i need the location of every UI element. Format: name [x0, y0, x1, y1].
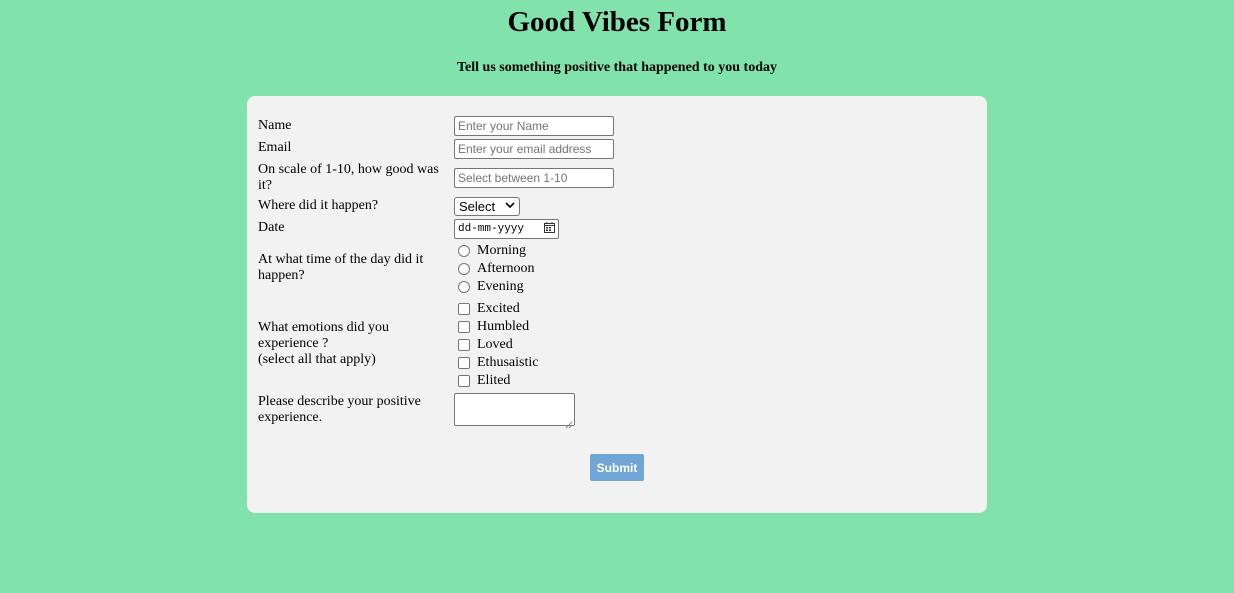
checkbox[interactable] — [458, 321, 470, 333]
radio-button[interactable] — [458, 281, 470, 293]
radio-label: Morning — [477, 243, 526, 258]
place-select[interactable]: Select — [454, 197, 520, 216]
checkbox[interactable] — [458, 303, 470, 315]
checkbox-label: Elited — [477, 373, 511, 388]
radio-button[interactable] — [458, 263, 470, 275]
scale-input[interactable] — [454, 168, 614, 188]
checkbox-option-enthusiastic[interactable]: Ethusaistic — [458, 355, 538, 371]
date-value: dd-mm-yyyy — [458, 223, 525, 235]
email-label: Email — [258, 140, 292, 155]
radio-option-afternoon[interactable]: Afternoon — [458, 261, 535, 277]
date-label: Date — [258, 220, 285, 235]
radio-label: Evening — [477, 279, 524, 294]
checkbox[interactable] — [458, 339, 470, 351]
description-label: Please describe your positive experience… — [258, 394, 421, 425]
email-input[interactable] — [454, 139, 614, 159]
checkbox-label: Ethusaistic — [477, 355, 539, 370]
checkbox-label: Humbled — [477, 319, 530, 334]
emotions-label: What emotions did you experience ? (sele… — [258, 320, 448, 368]
name-input[interactable] — [454, 116, 614, 136]
place-select-value: Select — [459, 199, 496, 214]
checkbox-label: Excited — [477, 301, 520, 316]
date-input[interactable]: dd-mm-yyyy — [454, 219, 559, 239]
radio-label: Afternoon — [477, 261, 535, 276]
checkbox-option-excited[interactable]: Excited — [458, 301, 520, 317]
chevron-down-icon — [505, 201, 515, 212]
radio-option-morning[interactable]: Morning — [458, 243, 526, 259]
checkbox[interactable] — [458, 357, 470, 369]
checkbox-option-humbled[interactable]: Humbled — [458, 319, 529, 335]
page-title: Good Vibes Form — [507, 6, 727, 38]
checkbox-option-elited[interactable]: Elited — [458, 373, 510, 389]
submit-button[interactable]: Submit — [590, 454, 644, 481]
place-label: Where did it happen? — [258, 198, 379, 213]
description-textarea[interactable] — [454, 393, 575, 429]
time-of-day-label: At what time of the day did it happen? — [258, 252, 424, 283]
name-label: Name — [258, 118, 292, 133]
emotions-question: What emotions did you experience ? — [258, 320, 390, 351]
form-card: Name Email On scale of 1-10, how good wa… — [247, 96, 987, 513]
checkbox[interactable] — [458, 375, 470, 387]
radio-button[interactable] — [458, 245, 470, 257]
calendar-icon[interactable] — [544, 221, 555, 237]
resize-handle-icon[interactable] — [565, 416, 573, 429]
checkbox-option-loved[interactable]: Loved — [458, 337, 513, 353]
radio-option-evening[interactable]: Evening — [458, 279, 524, 295]
emotions-hint: (select all that apply) — [258, 352, 376, 367]
page-subtitle: Tell us something positive that happened… — [457, 60, 777, 75]
scale-label: On scale of 1-10, how good was it? — [258, 162, 439, 193]
checkbox-label: Loved — [477, 337, 513, 352]
